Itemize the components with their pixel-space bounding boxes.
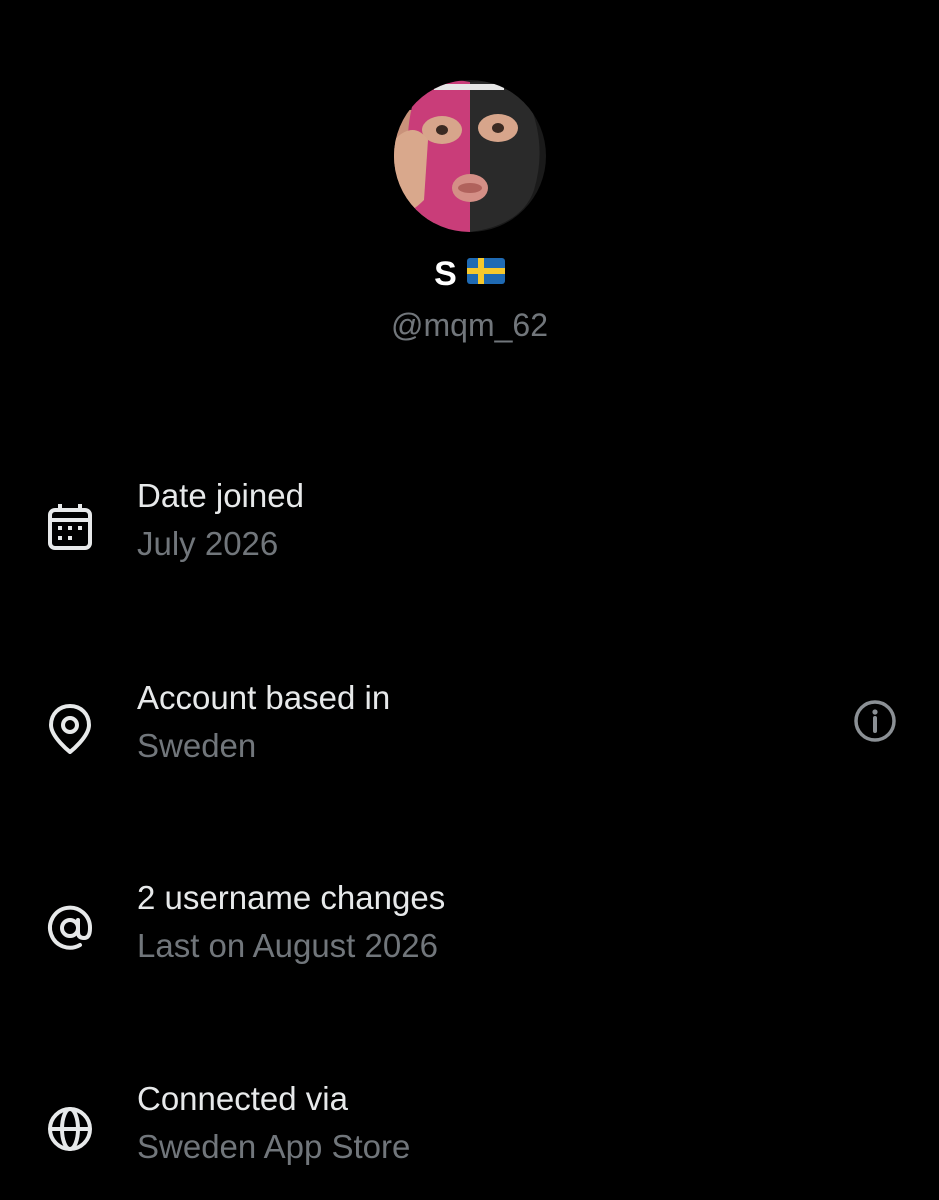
date-joined-row: Date joined July 2026 [0, 474, 939, 584]
location-pin-icon [40, 698, 100, 758]
username-changes-value: Last on August 2026 [137, 927, 438, 964]
avatar[interactable] [394, 80, 546, 232]
sweden-flag-icon [466, 251, 505, 295]
connected-via-label: Connected via [137, 1080, 348, 1117]
date-joined-value: July 2026 [137, 525, 279, 562]
account-based-in-label: Account based in [137, 679, 391, 716]
globe-icon [40, 1099, 100, 1159]
account-based-in-value: Sweden [137, 727, 257, 764]
username-changes-row: 2 username changes Last on August 2026 [0, 876, 939, 986]
username-handle: @mqm_62 [391, 307, 548, 343]
date-joined-label: Date joined [137, 477, 304, 514]
avatar-image [394, 80, 546, 232]
display-name-row: S [0, 252, 939, 296]
at-sign-icon [40, 898, 100, 958]
calendar-icon [40, 496, 100, 556]
display-name: S [434, 255, 457, 293]
connected-via-row: Connected via Sweden App Store [0, 1077, 939, 1187]
info-icon[interactable] [850, 696, 900, 746]
connected-via-value: Sweden App Store [137, 1128, 411, 1165]
account-based-in-row: Account based in Sweden [0, 676, 939, 786]
profile-header: S @mqm_62 [0, 0, 939, 400]
username-changes-label: 2 username changes [137, 879, 446, 916]
